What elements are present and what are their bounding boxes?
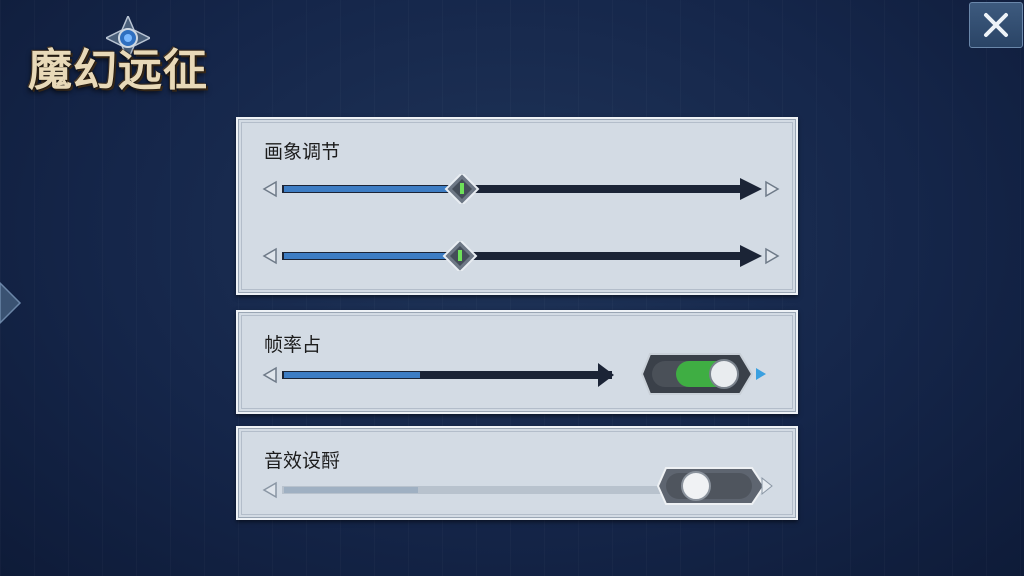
game-title: 魔幻远征 — [28, 45, 208, 96]
slider-fill — [284, 487, 418, 493]
side-arrow-icon[interactable] — [0, 278, 22, 328]
slider-fill — [284, 372, 420, 378]
sound-title: 音效设酹 — [264, 450, 341, 472]
sound-toggle[interactable] — [656, 466, 774, 506]
sound-panel: 音效设酹 — [236, 426, 798, 520]
slider-fill — [284, 186, 462, 192]
arrow-left-icon — [262, 247, 277, 265]
slider-thumb — [444, 174, 480, 204]
framerate-toggle[interactable] — [640, 352, 770, 396]
graphics-panel: 画象调节 — [236, 117, 798, 295]
arrow-left-icon — [262, 366, 277, 384]
arrow-right-icon — [765, 180, 780, 198]
graphics-slider-2[interactable] — [262, 241, 782, 271]
arrow-left-icon — [262, 481, 277, 499]
close-button[interactable] — [969, 2, 1023, 48]
framerate-title: 帧率占 — [264, 334, 322, 356]
game-logo: 魔幻远征 — [10, 8, 240, 108]
arrow-right-icon — [765, 247, 780, 265]
framerate-panel: 帧率占 — [236, 310, 798, 414]
slider-fill — [284, 253, 460, 259]
graphics-slider-1[interactable] — [262, 174, 782, 204]
arrow-left-icon — [262, 180, 277, 198]
close-icon — [984, 13, 1008, 37]
slider-thumb — [442, 241, 478, 271]
graphics-title: 画象调节 — [264, 141, 341, 163]
